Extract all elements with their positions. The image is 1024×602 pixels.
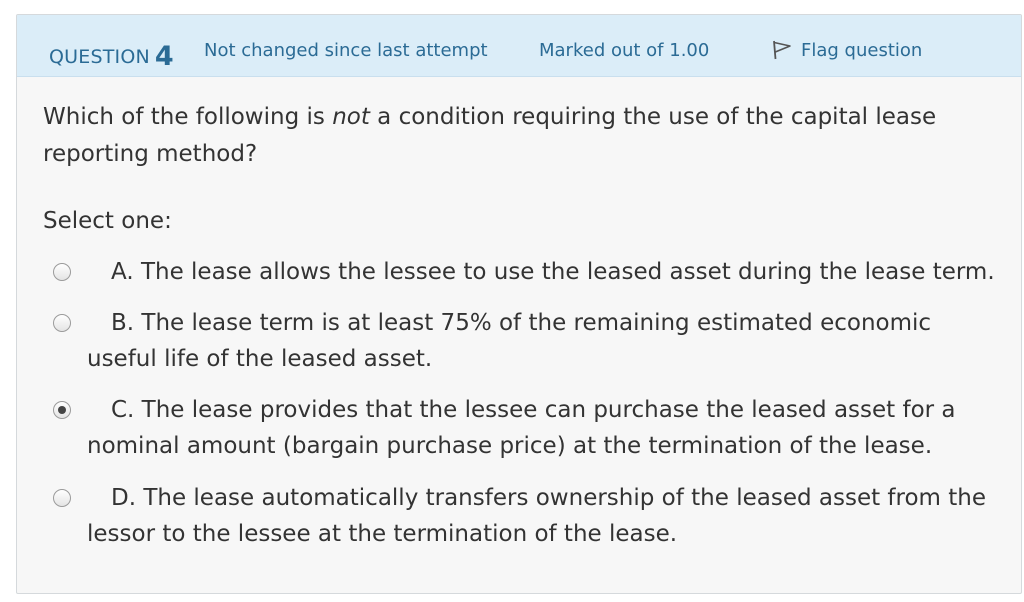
- option-c-label: C. The lease provides that the lessee ca…: [87, 397, 956, 459]
- option-d-radio[interactable]: [53, 489, 71, 507]
- option-d-label: D. The lease automatically transfers own…: [87, 485, 986, 547]
- option-b-radio[interactable]: [53, 314, 71, 332]
- question-number: 4: [154, 41, 174, 72]
- question-text: Which of the following is not a conditio…: [43, 99, 983, 173]
- question-info-header: QUESTION 4 Not changed since last attempt…: [17, 15, 1021, 77]
- question-number-label: QUESTION 4: [49, 39, 174, 72]
- answer-option-a[interactable]: A. The lease allows the lessee to use th…: [87, 254, 997, 290]
- flag-question-label: Flag question: [801, 40, 923, 61]
- answer-option-c[interactable]: C. The lease provides that the lessee ca…: [87, 392, 997, 464]
- flag-outline-icon: [771, 40, 793, 60]
- option-c-radio[interactable]: [53, 401, 71, 419]
- option-a-radio[interactable]: [53, 263, 71, 281]
- question-card: QUESTION 4 Not changed since last attempt…: [16, 14, 1022, 594]
- answer-option-b[interactable]: B. The lease term is at least 75% of the…: [87, 305, 997, 377]
- question-text-emphasis: not: [332, 104, 370, 130]
- flag-question-button[interactable]: Flag question: [771, 40, 922, 61]
- option-a-label: A. The lease allows the lessee to use th…: [111, 259, 995, 285]
- answer-option-d[interactable]: D. The lease automatically transfers own…: [87, 480, 997, 552]
- question-label-text: QUESTION: [49, 46, 150, 68]
- option-b-label: B. The lease term is at least 75% of the…: [87, 310, 932, 372]
- question-text-before: Which of the following is: [43, 104, 333, 130]
- question-state: Not changed since last attempt: [204, 40, 488, 61]
- select-one-prompt: Select one:: [43, 208, 172, 234]
- question-grade: Marked out of 1.00: [539, 40, 710, 61]
